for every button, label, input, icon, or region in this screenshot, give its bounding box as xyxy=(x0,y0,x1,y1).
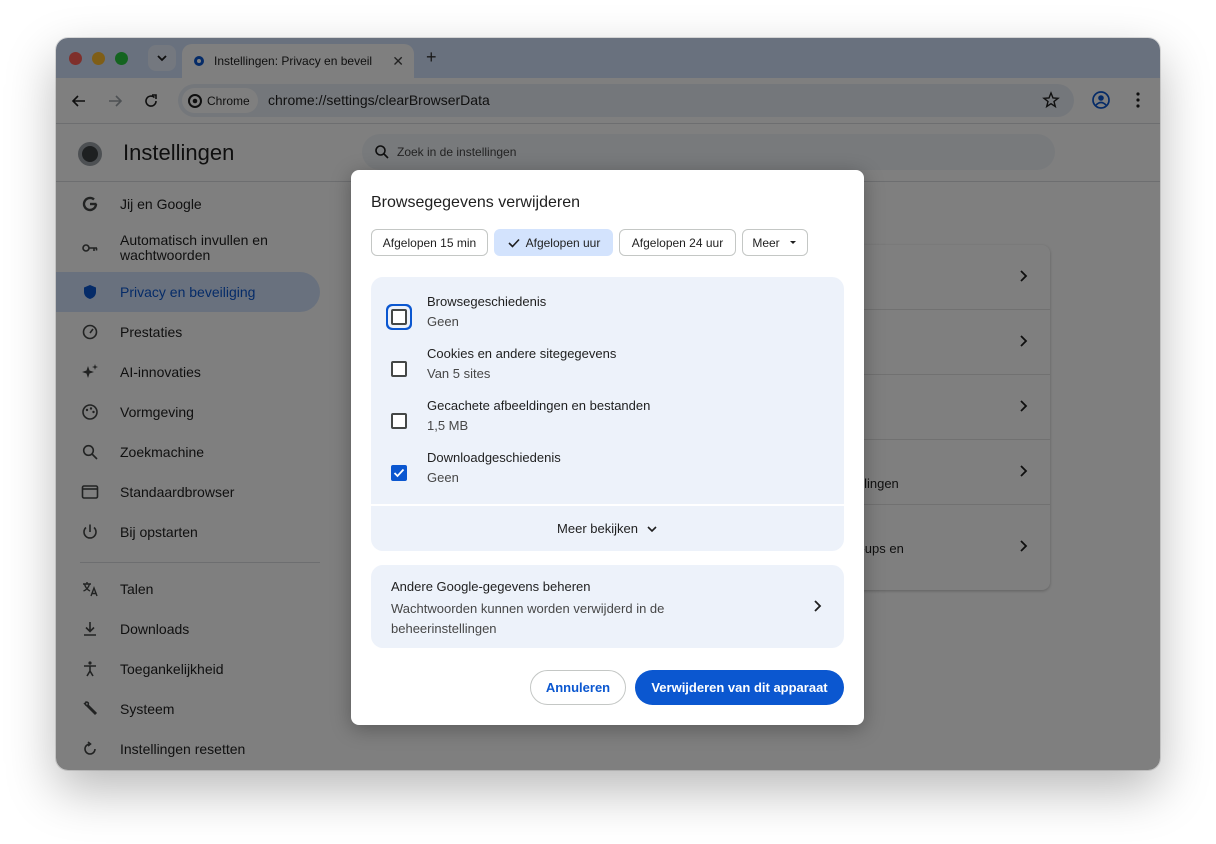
checkbox[interactable] xyxy=(391,465,407,481)
manage-title: Andere Google-gegevens beheren xyxy=(391,579,591,594)
show-more-label: Meer bekijken xyxy=(557,521,638,536)
button-label: Verwijderen van dit apparaat xyxy=(651,680,828,695)
option-subtitle: Van 5 sites xyxy=(427,366,491,381)
time-range-15-min[interactable]: Afgelopen 15 min xyxy=(371,229,488,256)
pill-label: Afgelopen 24 uur xyxy=(631,235,724,250)
manage-google-data-row[interactable]: Andere Google-gegevens beheren Wachtwoor… xyxy=(371,565,844,648)
option-cached-images[interactable]: Gecachete afbeeldingen en bestanden 1,5 … xyxy=(371,398,844,450)
option-download-history[interactable]: Downloadgeschiedenis Geen xyxy=(371,450,844,502)
option-title: Browsegeschiedenis xyxy=(427,294,547,309)
pill-label: Afgelopen 15 min xyxy=(382,235,477,250)
chevron-down-icon xyxy=(647,525,657,532)
pill-label: Afgelopen uur xyxy=(525,235,601,250)
delete-data-button[interactable]: Verwijderen van dit apparaat xyxy=(635,670,844,705)
data-options-list: Browsegeschiedenis Geen Cookies en ander… xyxy=(371,277,844,504)
clear-browsing-data-dialog: Browsegegevens verwijderen Afgelopen 15 … xyxy=(351,170,864,725)
browser-window: Instellingen: Privacy en beveil ✕ + Chro… xyxy=(56,38,1160,770)
time-range-24-hours[interactable]: Afgelopen 24 uur xyxy=(619,229,736,256)
option-subtitle: Geen xyxy=(427,470,459,485)
checkbox[interactable] xyxy=(391,413,407,429)
manage-description: Wachtwoorden kunnen worden verwijderd in… xyxy=(391,601,665,636)
option-title: Downloadgeschiedenis xyxy=(427,450,561,465)
pill-label: Meer xyxy=(752,235,780,250)
chevron-right-icon xyxy=(814,600,822,612)
caret-down-icon xyxy=(789,240,796,244)
cancel-button[interactable]: Annuleren xyxy=(530,670,626,705)
option-subtitle: Geen xyxy=(427,314,459,329)
time-range-more-dropdown[interactable]: Meer xyxy=(742,229,808,256)
option-title: Cookies en andere sitegegevens xyxy=(427,346,617,361)
time-range-last-hour[interactable]: Afgelopen uur xyxy=(494,229,613,256)
show-more-button[interactable]: Meer bekijken xyxy=(371,506,844,551)
checkbox[interactable] xyxy=(391,361,407,377)
option-browsing-history[interactable]: Browsegeschiedenis Geen xyxy=(371,294,844,346)
option-subtitle: 1,5 MB xyxy=(427,418,469,433)
option-title: Gecachete afbeeldingen en bestanden xyxy=(427,398,651,413)
button-label: Annuleren xyxy=(545,680,611,695)
dialog-title: Browsegegevens verwijderen xyxy=(371,194,580,211)
checkbox[interactable] xyxy=(391,309,407,325)
check-icon xyxy=(393,468,405,478)
check-icon xyxy=(508,238,520,248)
option-cookies[interactable]: Cookies en andere sitegegevens Van 5 sit… xyxy=(371,346,844,398)
